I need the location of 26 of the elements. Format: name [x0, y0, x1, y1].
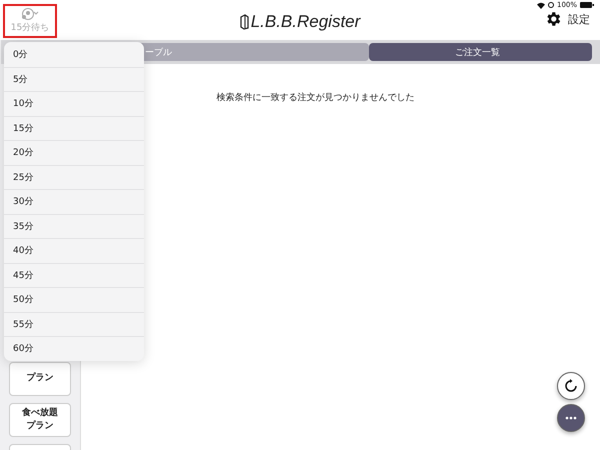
app-logo: L.B.B.Register — [250, 12, 360, 32]
plan-button[interactable]: プラン — [9, 362, 71, 396]
wifi-icon — [536, 2, 545, 8]
menu-item[interactable]: 25分 — [4, 164, 144, 189]
menu-item[interactable]: 15分 — [4, 116, 144, 140]
menu-item[interactable]: 5分 — [4, 66, 144, 91]
menu-item[interactable]: 30分 — [4, 189, 144, 214]
settings-button[interactable]: 設定 — [544, 10, 590, 28]
menu-item[interactable]: 10分 — [4, 91, 144, 116]
logo-icon — [240, 14, 249, 30]
menu-item[interactable]: 50分 — [4, 287, 144, 312]
more-button[interactable] — [557, 404, 585, 432]
refresh-button[interactable] — [557, 372, 585, 400]
more-icon — [565, 416, 577, 420]
plan-button[interactable]: 食べ放題プラン — [9, 403, 71, 437]
menu-item[interactable]: 55分 — [4, 312, 144, 336]
menu-item[interactable]: 45分 — [4, 262, 144, 287]
segment-tab[interactable]: ご注文一覧 — [368, 43, 592, 61]
menu-item[interactable]: 35分 — [4, 214, 144, 238]
refresh-icon — [564, 379, 578, 393]
empty-message: 検索条件に一致する注文が見つかりませんでした — [216, 92, 416, 104]
battery-icon — [580, 2, 594, 8]
person-icon — [20, 8, 40, 20]
menu-item[interactable]: 20分 — [4, 140, 144, 164]
menu-item[interactable]: 40分 — [4, 238, 144, 262]
menu-item[interactable]: 60分 — [4, 336, 144, 360]
